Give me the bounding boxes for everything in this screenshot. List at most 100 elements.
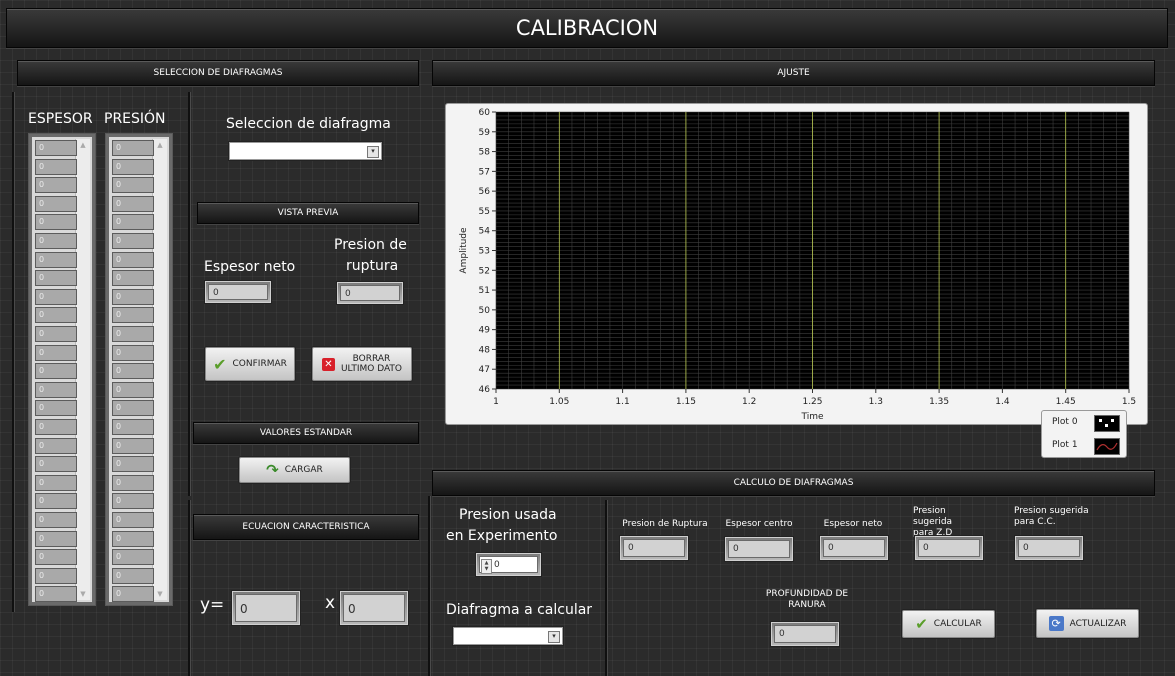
espesor-cell[interactable]: 0 — [35, 195, 77, 212]
presion-cell[interactable]: 0 — [112, 549, 154, 566]
espesor-cell[interactable]: 0 — [35, 567, 77, 584]
espesor-cell[interactable]: 0 — [35, 251, 77, 268]
divider — [188, 500, 191, 676]
presion-usada-field[interactable]: 0 ▲ ▼ — [476, 553, 541, 576]
x-tick-label: 1 — [493, 397, 499, 407]
y-field[interactable]: 0 — [232, 591, 300, 625]
x-field[interactable]: 0 — [340, 591, 408, 625]
espesor-neto-field[interactable]: 0 — [205, 281, 271, 303]
presion-cell[interactable]: 0 — [112, 140, 154, 156]
espesor-cell[interactable]: 0 — [35, 474, 77, 491]
presion-cell[interactable]: 0 — [112, 214, 154, 231]
chevron-down-icon[interactable]: ▾ — [548, 631, 560, 643]
title-bar: CALIBRACION — [6, 8, 1168, 48]
chevron-down-icon[interactable]: ▾ — [367, 146, 379, 158]
presion-cell[interactable]: 0 — [112, 363, 154, 380]
espesor-cell[interactable]: 0 — [35, 437, 77, 454]
espesor-cell[interactable]: 0 — [35, 586, 77, 603]
borrar-ultimo-dato-button[interactable]: ✕ BORRAR ULTIMO DATO — [312, 347, 412, 381]
section-calculo: CALCULO DE DIAFRAGMAS — [432, 470, 1155, 496]
espesor-cell[interactable]: 0 — [35, 419, 77, 435]
y-tick-label: 47 — [479, 365, 490, 375]
presion-ruptura-calc-field[interactable]: 0 — [620, 536, 688, 560]
espesor-cell[interactable]: 0 — [35, 512, 77, 528]
espesor-array-label: ESPESOR — [28, 111, 93, 127]
presion-cell[interactable]: 0 — [112, 400, 154, 417]
presion-zd-field[interactable]: 0 — [915, 536, 983, 560]
confirmar-button[interactable]: ✔ CONFIRMAR — [205, 347, 295, 381]
presion-cc-field[interactable]: 0 — [1015, 536, 1083, 560]
seleccion-diafragma-combo[interactable]: ▾ — [229, 142, 382, 160]
presion-cell[interactable]: 0 — [112, 512, 154, 528]
espesor-cell[interactable]: 0 — [35, 344, 77, 361]
profundidad-field[interactable]: 0 — [771, 622, 839, 646]
espesor-cell[interactable]: 0 — [35, 400, 77, 417]
presion-cell[interactable]: 0 — [112, 288, 154, 305]
espesor-cell[interactable]: 0 — [35, 307, 77, 324]
espesor-cell[interactable]: 0 — [35, 530, 77, 547]
legend-item-plot0[interactable]: Plot 0 — [1052, 417, 1078, 427]
espesor-cell[interactable]: 0 — [35, 233, 77, 249]
legend-item-plot1[interactable]: Plot 1 — [1052, 440, 1078, 450]
presion-cell[interactable]: 0 — [112, 307, 154, 324]
presion-cell[interactable]: 0 — [112, 344, 154, 361]
presion-cell[interactable]: 0 — [112, 474, 154, 491]
espesor-cell[interactable]: 0 — [35, 456, 77, 473]
presion-zd-label-1: Presion sugerida — [913, 506, 953, 527]
section-ecuacion: ECUACION CARACTERISTICA — [193, 514, 419, 540]
refresh-icon: ⟳ — [1048, 616, 1064, 631]
divider — [605, 500, 608, 676]
espesor-cell[interactable]: 0 — [35, 158, 77, 175]
y-tick-label: 53 — [479, 247, 490, 257]
presion-cell[interactable]: 0 — [112, 270, 154, 287]
presion-cell[interactable]: 0 — [112, 195, 154, 212]
presion-cell[interactable]: 0 — [112, 437, 154, 454]
actualizar-button[interactable]: ⟳ ACTUALIZAR — [1036, 609, 1139, 638]
espesor-cell[interactable]: 0 — [35, 214, 77, 231]
presion-cc-label-2: para C.C. — [1014, 517, 1056, 527]
profundidad-value: 0 — [774, 625, 836, 643]
calcular-button[interactable]: ✔ CALCULAR — [902, 610, 995, 638]
y-tick-label: 57 — [479, 167, 490, 177]
presion-cell[interactable]: 0 — [112, 158, 154, 175]
presion-cell[interactable]: 0 — [112, 567, 154, 584]
presion-cell[interactable]: 0 — [112, 419, 154, 435]
y-tick-label: 54 — [479, 227, 491, 237]
espesor-cell[interactable]: 0 — [35, 288, 77, 305]
y-value: 0 — [235, 594, 297, 622]
y-tick-label: 50 — [479, 306, 491, 316]
presion-cell[interactable]: 0 — [112, 233, 154, 249]
espesor-cell[interactable]: 0 — [35, 493, 77, 510]
presion-cell[interactable]: 0 — [112, 251, 154, 268]
presion-scrollbar[interactable]: ▲ ▼ — [152, 139, 167, 600]
espesor-array[interactable]: ▲ ▼ 0000000000000000000000000 — [28, 133, 96, 606]
espesor-cell[interactable]: 0 — [35, 140, 77, 156]
page-title: CALIBRACION — [515, 16, 659, 40]
cargar-button[interactable]: ↷ CARGAR — [239, 457, 350, 483]
espesor-cell[interactable]: 0 — [35, 326, 77, 342]
presion-cell[interactable]: 0 — [112, 326, 154, 342]
section-vista-previa-label: VISTA PREVIA — [277, 208, 339, 218]
chart-panel: 1 1.05 1.1 1.15 1.2 1.25 1.3 1.35 1.4 1.45 1.5 46 47… — [445, 103, 1148, 425]
check-icon: ✔ — [915, 615, 928, 633]
espesor-cell[interactable]: 0 — [35, 549, 77, 566]
presion-cell[interactable]: 0 — [112, 456, 154, 473]
presion-array[interactable]: ▲ ▼ 0000000000000000000000000 — [105, 133, 173, 606]
espesor-centro-field[interactable]: 0 — [725, 537, 793, 561]
espesor-scrollbar[interactable]: ▲ ▼ — [75, 139, 90, 600]
espesor-cell[interactable]: 0 — [35, 177, 77, 194]
espesor-cell[interactable]: 0 — [35, 363, 77, 380]
presion-cell[interactable]: 0 — [112, 530, 154, 547]
presion-ruptura-field[interactable]: 0 — [337, 282, 403, 304]
espesor-neto-calc-field[interactable]: 0 — [820, 536, 888, 560]
presion-cell[interactable]: 0 — [112, 177, 154, 194]
y-axis-label: Amplitude — [459, 227, 469, 274]
increment-stepper[interactable]: ▲ ▼ — [481, 559, 492, 574]
diafragma-calcular-combo[interactable]: ▾ — [453, 627, 563, 645]
presion-cell[interactable]: 0 — [112, 493, 154, 510]
presion-cell[interactable]: 0 — [112, 381, 154, 398]
divider — [12, 92, 15, 612]
presion-cell[interactable]: 0 — [112, 586, 154, 603]
espesor-cell[interactable]: 0 — [35, 270, 77, 287]
espesor-cell[interactable]: 0 — [35, 381, 77, 398]
